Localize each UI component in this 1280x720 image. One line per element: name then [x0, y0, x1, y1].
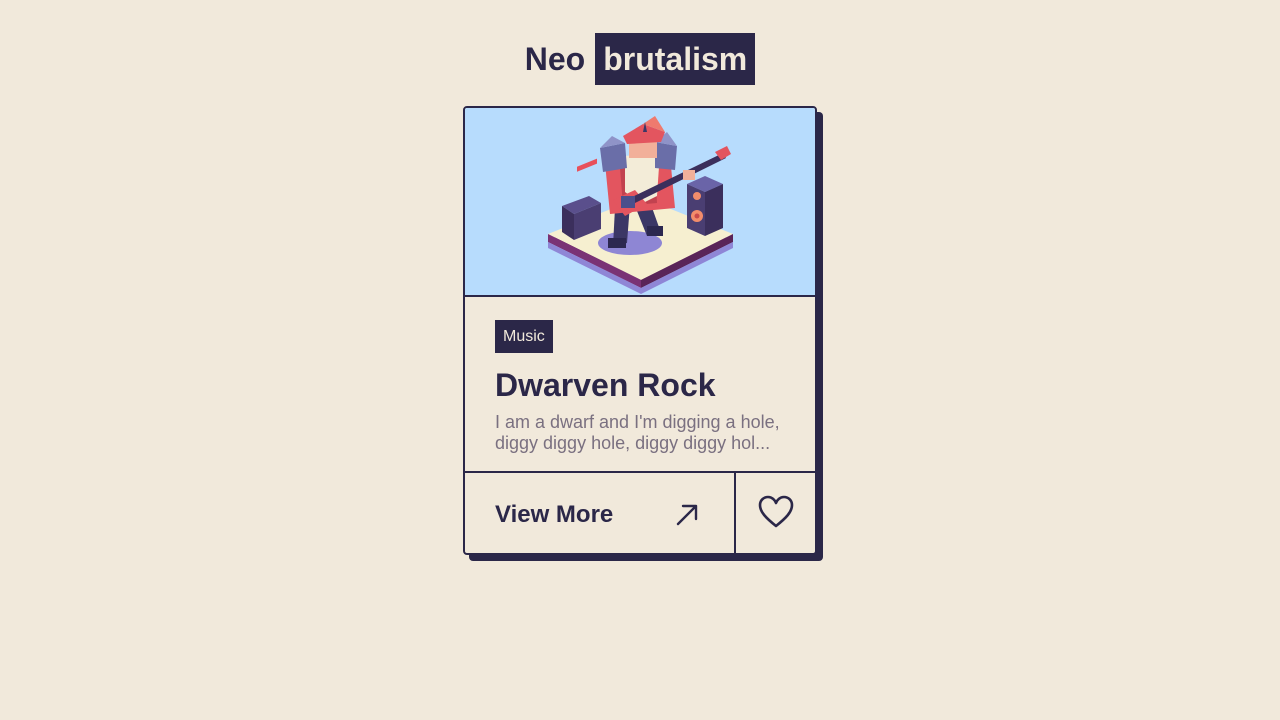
heart-icon — [758, 495, 794, 528]
arrow-up-right-icon — [676, 504, 698, 526]
view-more-label: View More — [495, 501, 614, 528]
card-description: I am a dwarf and I'm digging a hole, dig… — [495, 412, 780, 453]
card-body: Music Dwarven Rock I am a dwarf and I'm … — [495, 320, 795, 454]
page-heading: Neo brutalism — [0, 33, 1280, 85]
like-button[interactable] — [738, 473, 815, 553]
card-image — [465, 108, 815, 297]
heading-word-brutalism: brutalism — [595, 33, 756, 85]
dwarf-guitarist-illustration — [548, 116, 733, 294]
card-title: Dwarven Rock — [495, 367, 716, 403]
card-footer: View More — [465, 471, 815, 553]
view-more-button[interactable]: View More — [465, 473, 736, 553]
category-tag[interactable]: Music — [495, 320, 553, 353]
article-card: Music Dwarven Rock I am a dwarf and I'm … — [463, 106, 817, 555]
heading-word-neo: Neo — [524, 40, 586, 77]
